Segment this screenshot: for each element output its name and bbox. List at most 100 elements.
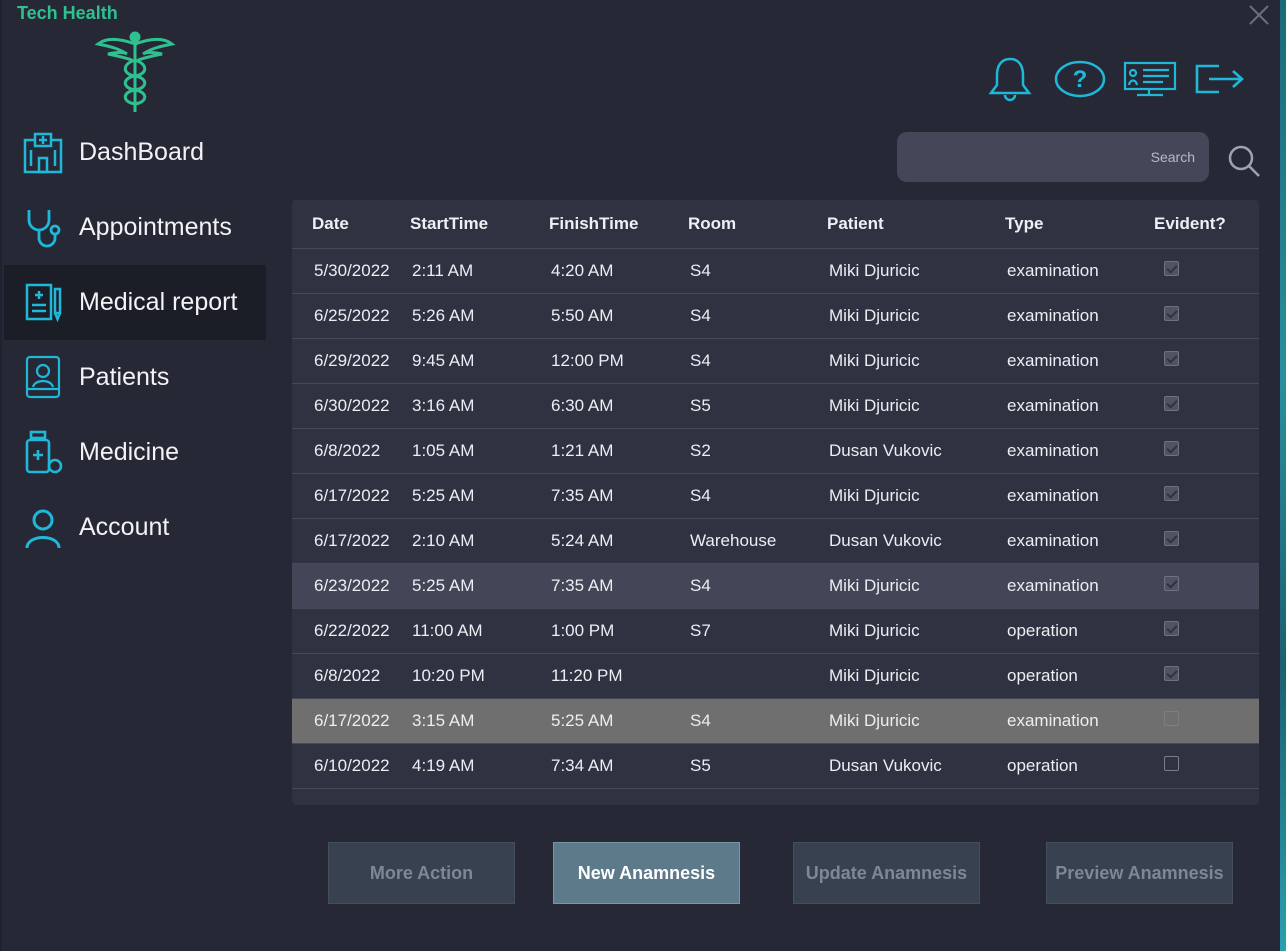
sidebar-item-appointments[interactable]: Appointments xyxy=(4,190,266,265)
evident-checkbox[interactable] xyxy=(1164,306,1179,321)
more-action-button[interactable]: More Action xyxy=(328,842,515,904)
cell-date: 6/30/2022 xyxy=(292,383,410,429)
cell-type: examination xyxy=(1005,518,1154,564)
cell-room xyxy=(688,653,827,699)
notification-bell-icon[interactable] xyxy=(982,55,1038,103)
table-row[interactable]: 6/8/2022 10:20 PM 11:20 PM Miki Djuricic ope… xyxy=(292,653,1259,699)
cell-start: 5:26 AM xyxy=(410,293,549,339)
sidebar-item-label: Appointments xyxy=(79,213,232,241)
close-icon[interactable] xyxy=(1246,2,1272,28)
cell-patient: Miki Djuricic xyxy=(827,653,1005,699)
table-row[interactable]: 6/17/2022 5:25 AM 7:35 AM S4 Miki Djuricic ex… xyxy=(292,473,1259,519)
cell-finish: 1:21 AM xyxy=(549,428,688,474)
column-header[interactable]: Evident? xyxy=(1154,200,1259,249)
sidebar-item-medical-report[interactable]: Medical report xyxy=(4,265,266,340)
table-row[interactable]: 6/23/2022 5:25 AM 7:35 AM S4 Miki Djuricic ex… xyxy=(292,563,1259,609)
cell-type: operation xyxy=(1005,743,1154,789)
update-anamnesis-button[interactable]: Update Anamnesis xyxy=(793,842,980,904)
evident-checkbox[interactable] xyxy=(1164,531,1179,546)
cell-patient: Miki Djuricic xyxy=(827,563,1005,609)
cell-patient: Miki Djuricic xyxy=(827,698,1005,744)
table-row[interactable]: 6/25/2022 5:26 AM 5:50 AM S4 Miki Djuricic ex… xyxy=(292,293,1259,339)
cell-room: S2 xyxy=(688,428,827,474)
evident-checkbox[interactable] xyxy=(1164,396,1179,411)
search-icon[interactable] xyxy=(1226,143,1262,179)
search-input[interactable] xyxy=(897,132,1209,182)
table-row[interactable]: 6/8/2022 1:05 AM 1:21 AM S2 Dusan Vukovic exa… xyxy=(292,428,1259,474)
sidebar-item-label: Patients xyxy=(79,363,170,391)
cell-evident xyxy=(1154,293,1259,339)
column-header[interactable]: Date xyxy=(292,200,410,249)
evident-checkbox[interactable] xyxy=(1164,576,1179,591)
table-row[interactable]: 5/30/2022 2:11 AM 4:20 AM S4 Miki Djuricic ex… xyxy=(292,248,1259,294)
cell-finish: 1:00 PM xyxy=(549,608,688,654)
svg-text:?: ? xyxy=(1073,66,1088,93)
cell-finish: 7:34 AM xyxy=(549,743,688,789)
cell-type: examination xyxy=(1005,293,1154,339)
cell-evident xyxy=(1154,698,1259,744)
table-row[interactable]: 6/17/2022 2:10 AM 5:24 AM Warehouse Dusan Vu… xyxy=(292,518,1259,564)
cell-start: 2:11 AM xyxy=(410,248,549,294)
evident-checkbox[interactable] xyxy=(1164,621,1179,636)
user-icon xyxy=(20,505,66,551)
evident-checkbox[interactable] xyxy=(1164,261,1179,276)
table-row[interactable]: 6/10/2022 4:19 AM 7:34 AM S5 Dusan Vukovic op… xyxy=(292,743,1259,789)
sidebar-item-medicine[interactable]: Medicine xyxy=(4,415,266,490)
cell-finish: 5:50 AM xyxy=(549,293,688,339)
evident-checkbox[interactable] xyxy=(1164,441,1179,456)
column-header[interactable]: Patient xyxy=(827,200,1005,249)
new-anamnesis-button[interactable]: New Anamnesis xyxy=(553,842,740,904)
presentation-board-icon[interactable] xyxy=(1122,55,1178,103)
sidebar: DashBoard Appointments Medical report Pa… xyxy=(4,115,266,565)
cell-start: 5:25 AM xyxy=(410,473,549,519)
table-body: 5/30/2022 2:11 AM 4:20 AM S4 Miki Djuricic ex… xyxy=(292,248,1259,789)
table-row[interactable]: 6/17/2022 3:15 AM 5:25 AM S4 Miki Djuricic ex… xyxy=(292,698,1259,744)
cell-finish: 6:30 AM xyxy=(549,383,688,429)
app-title: Tech Health xyxy=(17,3,118,23)
caduceus-logo-icon xyxy=(94,30,176,114)
column-header[interactable]: StartTime xyxy=(410,200,549,249)
desktop-background-strip xyxy=(1280,0,1286,951)
cell-start: 3:15 AM xyxy=(410,698,549,744)
sidebar-item-dashboard[interactable]: DashBoard xyxy=(4,115,266,190)
sidebar-item-patients[interactable]: Patients xyxy=(4,340,266,415)
cell-type: examination xyxy=(1005,428,1154,474)
help-icon[interactable]: ? xyxy=(1052,55,1108,103)
cell-date: 6/17/2022 xyxy=(292,698,410,744)
table-header-row: Date StartTime FinishTime Room Patient T… xyxy=(292,200,1259,249)
cell-start: 3:16 AM xyxy=(410,383,549,429)
sidebar-item-account[interactable]: Account xyxy=(4,490,266,565)
app-window: Tech Health DashBoard Appointments Medic… xyxy=(0,0,1280,951)
medicine-bottle-icon xyxy=(20,430,66,476)
evident-checkbox[interactable] xyxy=(1164,351,1179,366)
table-row[interactable]: 6/22/2022 11:00 AM 1:00 PM S7 Miki Djuricic o… xyxy=(292,608,1259,654)
cell-finish: 5:24 AM xyxy=(549,518,688,564)
evident-checkbox[interactable] xyxy=(1164,666,1179,681)
cell-date: 6/8/2022 xyxy=(292,653,410,699)
cell-room: S5 xyxy=(688,383,827,429)
evident-checkbox[interactable] xyxy=(1164,756,1179,771)
evident-checkbox[interactable] xyxy=(1164,486,1179,501)
cell-finish: 7:35 AM xyxy=(549,473,688,519)
cell-room: S4 xyxy=(688,563,827,609)
cell-room: S4 xyxy=(688,248,827,294)
logout-icon[interactable] xyxy=(1192,55,1248,103)
cell-type: examination xyxy=(1005,563,1154,609)
preview-anamnesis-button[interactable]: Preview Anamnesis xyxy=(1046,842,1233,904)
cell-evident xyxy=(1154,383,1259,429)
cell-date: 5/30/2022 xyxy=(292,248,410,294)
column-header[interactable]: Type xyxy=(1005,200,1154,249)
cell-evident xyxy=(1154,428,1259,474)
cell-date: 6/25/2022 xyxy=(292,293,410,339)
cell-room: S4 xyxy=(688,338,827,384)
column-header[interactable]: FinishTime xyxy=(549,200,688,249)
cell-start: 4:19 AM xyxy=(410,743,549,789)
cell-room: S5 xyxy=(688,743,827,789)
sidebar-item-label: Account xyxy=(79,513,170,541)
evident-checkbox[interactable] xyxy=(1164,711,1179,726)
cell-start: 5:25 AM xyxy=(410,563,549,609)
column-header[interactable]: Room xyxy=(688,200,827,249)
table-row[interactable]: 6/29/2022 9:45 AM 12:00 PM S4 Miki Djuricic e… xyxy=(292,338,1259,384)
cell-patient: Dusan Vukovic xyxy=(827,743,1005,789)
table-row[interactable]: 6/30/2022 3:16 AM 6:30 AM S5 Miki Djuricic ex… xyxy=(292,383,1259,429)
